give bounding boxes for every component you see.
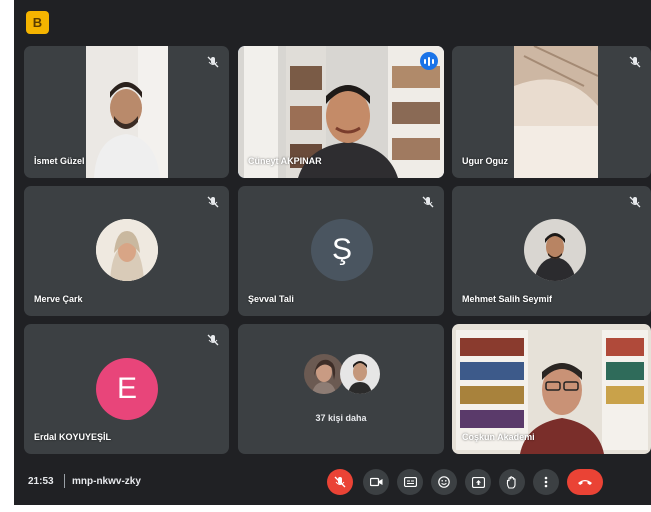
more-participants-tile[interactable]: 37 kişi daha: [238, 324, 444, 454]
camera-toggle-button[interactable]: [363, 469, 389, 495]
participant-avatar: [304, 354, 344, 394]
more-options-icon: [544, 476, 548, 488]
participant-name: Cüneyt AKPINAR: [248, 156, 322, 166]
mic-muted-icon: [207, 55, 219, 68]
participant-name: Ugur Oguz: [462, 156, 508, 166]
mic-toggle-button[interactable]: [327, 469, 353, 495]
mic-muted-icon: [207, 333, 219, 346]
bottom-toolbar: 21:53 mnp-nkwv-zky: [14, 460, 651, 505]
participant-tile[interactable]: E Erdal KOYUYEŞİL: [24, 324, 229, 454]
meet-window: B İsmet Güzel Cüneyt AKPINAR Ugur Oguz M…: [14, 0, 651, 505]
more-options-button[interactable]: [533, 469, 559, 495]
end-call-icon: [578, 480, 592, 485]
meeting-code: mnp-nkwv-zky: [72, 476, 141, 487]
speaking-indicator-icon: [420, 52, 438, 70]
participant-name: Mehmet Salih Seymif: [462, 294, 553, 304]
camera-icon: [369, 477, 382, 487]
brand-logo: B: [26, 11, 49, 34]
meeting-time: 21:53: [28, 476, 54, 487]
leave-call-button[interactable]: [567, 469, 603, 495]
participant-name: Coşkun Akademi: [462, 432, 535, 442]
mic-muted-icon: [422, 195, 434, 208]
divider: [64, 474, 65, 488]
participant-avatar-initial: Ş: [311, 219, 373, 281]
participant-avatar-initial: E: [96, 358, 158, 420]
participant-avatar: [524, 219, 586, 281]
mic-muted-icon: [629, 195, 641, 208]
participant-tile[interactable]: Ugur Oguz: [452, 46, 651, 178]
participant-video: [514, 46, 599, 178]
mic-muted-icon: [207, 195, 219, 208]
participant-avatar: [340, 354, 380, 394]
participant-tile[interactable]: Ş Şevval Tali: [238, 186, 444, 316]
captions-icon: [403, 477, 417, 487]
raise-hand-icon: [506, 475, 516, 489]
participant-name: İsmet Güzel: [34, 156, 85, 166]
participant-name: Merve Çark: [34, 294, 83, 304]
more-participants-label: 37 kişi daha: [315, 413, 367, 423]
mic-muted-icon: [629, 55, 641, 68]
captions-button[interactable]: [397, 469, 423, 495]
raise-hand-button[interactable]: [499, 469, 525, 495]
participant-tile-active-speaker[interactable]: Cüneyt AKPINAR: [238, 46, 444, 178]
mic-off-icon: [334, 476, 346, 488]
present-icon: [471, 476, 485, 488]
participant-avatar: [96, 219, 158, 281]
participant-tile[interactable]: Mehmet Salih Seymif: [452, 186, 651, 316]
participant-tile[interactable]: İsmet Güzel: [24, 46, 229, 178]
participant-name: Şevval Tali: [248, 294, 294, 304]
participant-tile[interactable]: Coşkun Akademi: [452, 324, 651, 454]
reactions-button[interactable]: [431, 469, 457, 495]
present-screen-button[interactable]: [465, 469, 491, 495]
participant-name: Erdal KOYUYEŞİL: [34, 432, 112, 442]
emoji-icon: [438, 476, 450, 488]
participant-video: [86, 46, 168, 178]
participant-tile[interactable]: Merve Çark: [24, 186, 229, 316]
